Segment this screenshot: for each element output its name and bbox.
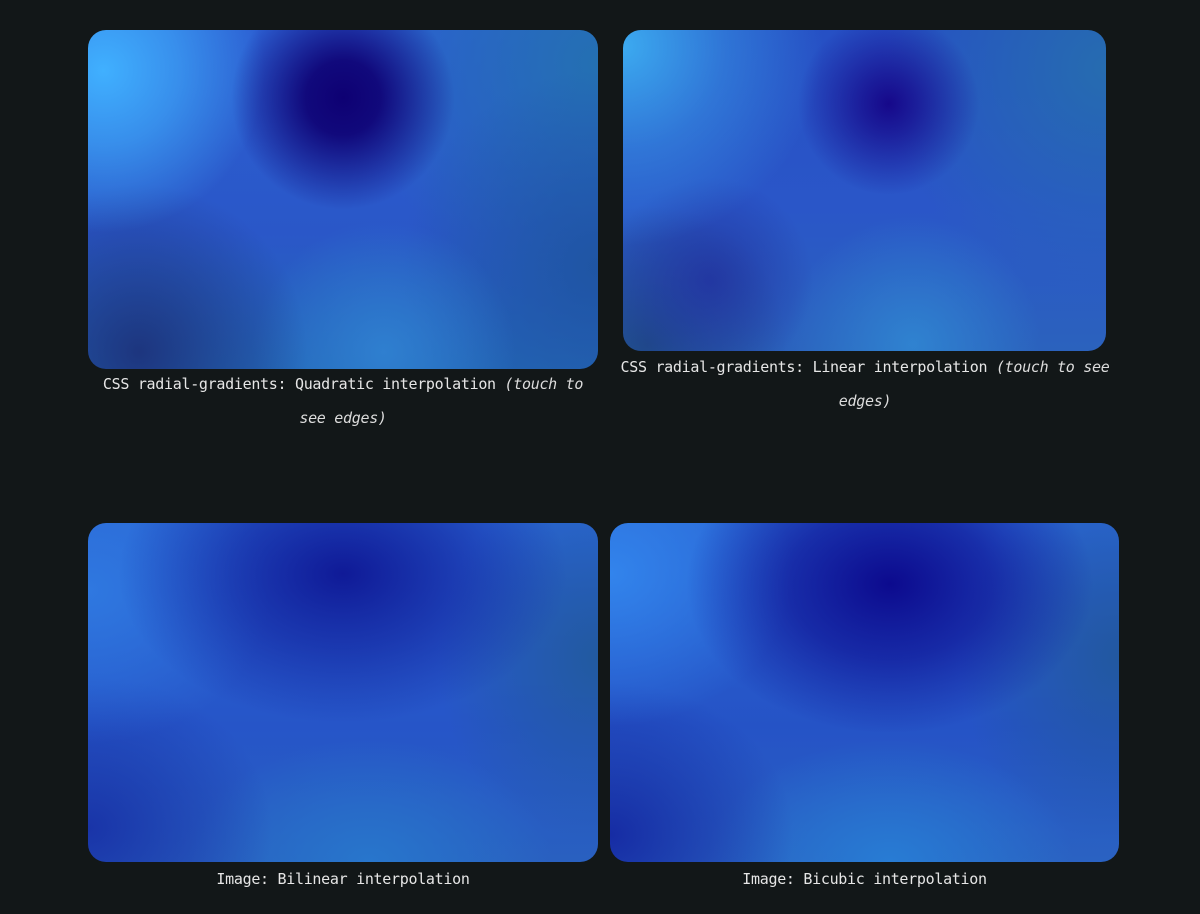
quadratic-gradient-card[interactable] (88, 30, 598, 369)
bilinear-image-card (88, 523, 598, 862)
bicubic-image-caption: Image: Bicubic interpolation (610, 862, 1119, 896)
quadratic-caption-main: CSS radial-gradients: Quadratic interpol… (102, 375, 496, 393)
linear-caption-main: CSS radial-gradients: Linear interpolati… (620, 358, 988, 376)
linear-gradient-card[interactable] (623, 30, 1106, 351)
bicubic-image-card (610, 523, 1119, 862)
bilinear-caption-main: Image: Bilinear interpolation (216, 870, 470, 888)
page: CSS radial-gradients: Quadratic interpol… (0, 0, 1200, 914)
linear-gradient-caption: CSS radial-gradients: Linear interpolati… (600, 350, 1130, 418)
quadratic-gradient-caption: CSS radial-gradients: Quadratic interpol… (88, 367, 598, 435)
bicubic-caption-main: Image: Bicubic interpolation (742, 870, 987, 888)
bilinear-image-caption: Image: Bilinear interpolation (88, 862, 598, 896)
